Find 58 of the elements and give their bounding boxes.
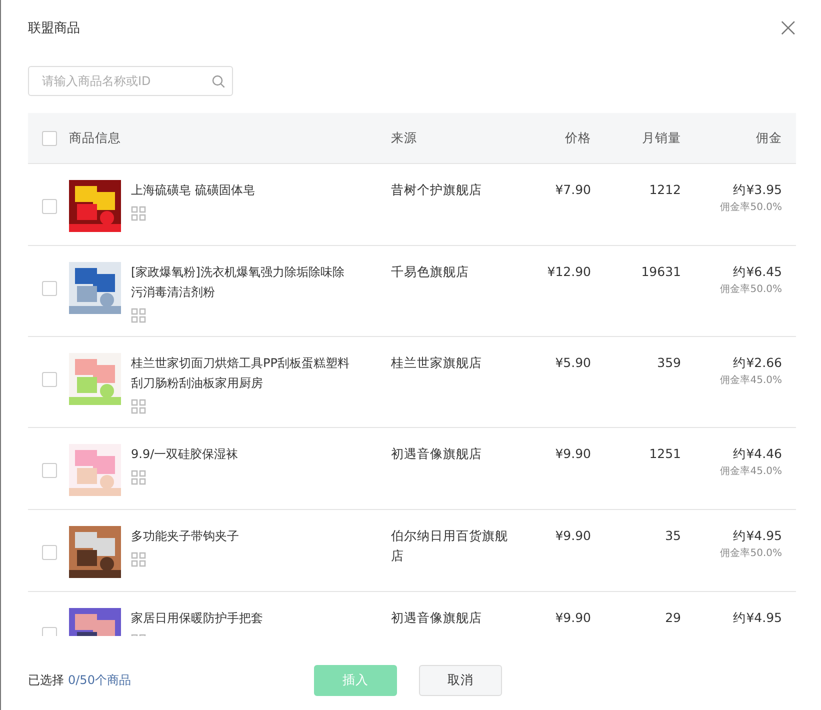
commission-rate: 佣金率45.0% xyxy=(720,464,782,478)
monthly-sales: 19631 xyxy=(640,263,681,281)
row-checkbox[interactable] xyxy=(42,545,57,560)
shop-name: 伯尔纳日用百货旗舰店 xyxy=(391,527,509,565)
price: ¥9.90 xyxy=(554,609,591,627)
qr-code-icon[interactable] xyxy=(131,399,146,414)
monthly-sales: 359 xyxy=(656,354,681,372)
cancel-button[interactable]: 取消 xyxy=(419,664,502,696)
price: ¥5.90 xyxy=(554,354,591,372)
monthly-sales: 1212 xyxy=(648,181,681,199)
product-name: 上海硫磺皂 硫磺固体皂 xyxy=(131,182,256,199)
commission: 约¥4.46 xyxy=(733,445,782,463)
commission: 约¥6.45 xyxy=(733,263,782,281)
qr-code-icon[interactable] xyxy=(131,470,146,485)
close-button[interactable]: × xyxy=(777,15,799,41)
product-name: 9.9/一双硅胶保湿袜 xyxy=(131,446,240,463)
column-header: 月销量 xyxy=(641,130,681,146)
shop-name: 桂兰世家旗舰店 xyxy=(391,354,483,372)
product-name: 桂兰世家切面刀烘焙工具PP刮板蛋糕塑料刮刀肠粉刮油板家用厨房 xyxy=(131,355,350,392)
commission: 约¥2.66 xyxy=(733,354,782,372)
column-header: 价格 xyxy=(564,130,591,146)
product-name: 家居日用保暖防护手把套 xyxy=(131,610,264,627)
monthly-sales: 35 xyxy=(664,527,681,545)
monthly-sales: 1251 xyxy=(648,445,681,463)
commission-rate: 佣金率50.0% xyxy=(720,546,782,560)
column-header: 佣金 xyxy=(755,130,783,146)
commission: 约¥4.95 xyxy=(733,527,782,545)
price: ¥12.90 xyxy=(546,263,591,281)
product-name: 多功能夹子带钩夹子 xyxy=(131,528,240,545)
search-field[interactable]: 请输入商品名称或ID xyxy=(28,66,233,96)
selected-count: 0/50个商品 xyxy=(68,672,131,688)
qr-code-icon[interactable] xyxy=(131,206,146,221)
row-checkbox[interactable] xyxy=(42,199,57,214)
shop-name: 昔树个护旗舰店 xyxy=(391,181,483,199)
product-name: [家政爆氧粉]洗衣机爆氧强力除垢除味除污消毒清洁剂粉 xyxy=(131,264,346,301)
shop-name: 初遇音像旗舰店 xyxy=(391,609,483,627)
column-header: 商品信息 xyxy=(69,130,122,146)
select-all-checkbox[interactable] xyxy=(42,130,57,146)
search-icon xyxy=(212,75,225,88)
commission: 约¥4.95 xyxy=(733,609,782,627)
price: ¥7.90 xyxy=(554,181,591,199)
price: ¥9.90 xyxy=(554,527,591,545)
qr-code-icon[interactable] xyxy=(131,308,146,323)
shop-name: 千易色旗舰店 xyxy=(391,263,470,281)
row-checkbox[interactable] xyxy=(42,281,57,296)
commission: 约¥3.95 xyxy=(733,181,782,199)
commission-rate: 佣金率50.0% xyxy=(720,282,782,296)
price: ¥9.90 xyxy=(554,445,591,463)
monthly-sales: 29 xyxy=(664,609,681,627)
column-header: 来源 xyxy=(391,130,418,146)
commission-rate: 佣金率45.0% xyxy=(720,374,782,387)
dialog-title: 联盟商品 xyxy=(28,20,80,37)
shop-name: 初遇音像旗舰店 xyxy=(391,445,483,463)
row-checkbox[interactable] xyxy=(42,372,57,387)
qr-code-icon[interactable] xyxy=(131,552,146,567)
row-checkbox[interactable] xyxy=(42,463,57,478)
selected-label: 已选择 xyxy=(28,672,64,688)
commission-rate: 佣金率50.0% xyxy=(720,200,782,214)
